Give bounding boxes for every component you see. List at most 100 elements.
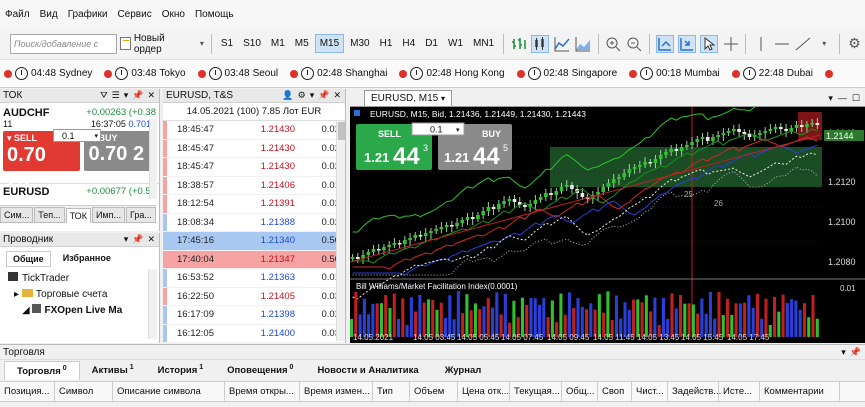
menu-view[interactable]: Вид bbox=[40, 9, 58, 20]
lot-dropdown-icon[interactable]: ▾ bbox=[94, 132, 100, 140]
column-header[interactable]: Цена отк... bbox=[458, 382, 510, 401]
dropdown-icon[interactable]: ▾ bbox=[124, 90, 129, 101]
menu-charts[interactable]: Графики bbox=[68, 9, 108, 20]
column-header[interactable]: Задейств... bbox=[668, 382, 721, 401]
ts-row[interactable]: 18:12:54 1.21391 0.02 bbox=[163, 195, 345, 214]
dropdown-icon[interactable]: ▾ bbox=[310, 90, 315, 101]
column-header[interactable]: Символ bbox=[55, 382, 113, 401]
column-header[interactable]: Своп bbox=[598, 382, 632, 401]
pin-icon[interactable]: 📌 bbox=[850, 347, 861, 358]
area-chart-icon[interactable] bbox=[574, 35, 591, 53]
column-header[interactable]: Время измен... bbox=[300, 382, 373, 401]
close-icon[interactable]: ✕ bbox=[147, 90, 155, 101]
ts-row[interactable]: 18:45:47 1.21430 0.02 bbox=[163, 139, 345, 158]
timeframe-m15[interactable]: M15 bbox=[314, 34, 345, 53]
pin-icon[interactable]: 📌 bbox=[318, 90, 329, 101]
trade-tab[interactable]: Торговля 0 bbox=[4, 360, 80, 381]
market-watch-tab[interactable]: Имп... bbox=[91, 207, 125, 223]
ts-row[interactable]: 18:08:34 1.21388 0.02 bbox=[163, 213, 345, 232]
timeframe-s1[interactable]: S1 bbox=[217, 35, 237, 52]
chart-lot-dropdown-icon[interactable]: ▾ bbox=[456, 127, 460, 134]
settings-icon[interactable]: ⚙ bbox=[298, 90, 306, 101]
timeframe-d1[interactable]: D1 bbox=[421, 35, 442, 52]
timeframe-w1[interactable]: W1 bbox=[444, 35, 467, 52]
new-order-button[interactable]: Новый ордер ▾ bbox=[117, 33, 207, 55]
dropdown-icon[interactable]: ▾ bbox=[828, 93, 833, 104]
column-header[interactable]: Описание символа bbox=[113, 382, 225, 401]
ts-row[interactable]: 16:17:09 1.21398 0.02 bbox=[163, 306, 345, 325]
column-header[interactable]: Комментарии bbox=[760, 382, 840, 401]
ts-row[interactable]: 17:40:04 1.21347 0.50 bbox=[163, 250, 345, 269]
menu-help[interactable]: Помощь bbox=[195, 9, 234, 20]
auto-scroll-icon[interactable] bbox=[655, 34, 674, 53]
ts-row[interactable]: 16:12:05 1.21400 0.03 bbox=[163, 324, 345, 343]
tree-item-trading-accounts[interactable]: ▸ Торговые счета bbox=[8, 287, 159, 303]
dropdown-icon[interactable]: ▾ bbox=[124, 234, 129, 245]
column-header[interactable]: Текущая... bbox=[510, 382, 562, 401]
lot-input[interactable]: 0.1 ▾ bbox=[53, 129, 101, 142]
more-tools-icon[interactable]: ▾ bbox=[816, 35, 833, 53]
bar-chart-icon[interactable] bbox=[510, 35, 527, 53]
scrollbar[interactable] bbox=[148, 269, 157, 339]
trend-line-icon[interactable] bbox=[794, 35, 811, 53]
price-chart[interactable]: 25261.21401.21201.21001.20801.2144EURUSD… bbox=[350, 107, 865, 343]
tab-general[interactable]: Общие bbox=[6, 251, 51, 267]
tab-favorites[interactable]: Избранное bbox=[57, 251, 117, 267]
line-chart-icon[interactable] bbox=[553, 35, 570, 53]
column-header[interactable]: Чист... bbox=[632, 382, 668, 401]
column-header[interactable]: Общ... bbox=[562, 382, 598, 401]
column-header[interactable]: Позиция... bbox=[0, 382, 55, 401]
timeframe-h4[interactable]: H4 bbox=[398, 35, 419, 52]
market-watch-tab[interactable]: ТОК bbox=[65, 208, 91, 223]
zoom-in-icon[interactable] bbox=[605, 35, 622, 53]
market-watch-tab[interactable]: Теп... bbox=[34, 207, 65, 223]
list-icon[interactable]: ☰ bbox=[112, 90, 120, 101]
trade-tab[interactable]: Активы 1 bbox=[80, 361, 146, 379]
trade-tab[interactable]: Журнал bbox=[433, 361, 496, 379]
menu-service[interactable]: Сервис bbox=[117, 9, 151, 20]
close-icon[interactable]: ✕ bbox=[147, 234, 155, 245]
column-header[interactable]: Объем bbox=[410, 382, 458, 401]
scrollbar[interactable] bbox=[149, 119, 157, 199]
crosshair-icon[interactable] bbox=[722, 35, 739, 53]
chart-settings-icon[interactable] bbox=[354, 110, 360, 116]
trade-tab[interactable]: Оповещения 0 bbox=[215, 361, 305, 379]
cursor-icon[interactable] bbox=[699, 34, 718, 53]
dropdown-icon[interactable]: ▾ bbox=[841, 347, 846, 358]
ts-row[interactable]: 16:53:52 1.21363 0.01 bbox=[163, 269, 345, 288]
ts-row[interactable]: 16:22:50 1.21405 0.03 bbox=[163, 287, 345, 306]
market-watch-tab[interactable]: Сим... bbox=[0, 207, 34, 223]
menu-window[interactable]: Окно bbox=[162, 9, 185, 20]
close-icon[interactable]: ✕ bbox=[333, 90, 341, 101]
chart-tab-dropdown-icon[interactable]: ▾ bbox=[441, 94, 445, 103]
ts-row[interactable]: 18:45:47 1.21430 0.02 bbox=[163, 158, 345, 177]
timeframe-m1[interactable]: M1 bbox=[267, 35, 289, 52]
timeframe-s10[interactable]: S10 bbox=[239, 35, 265, 52]
minimize-icon[interactable]: — bbox=[838, 93, 847, 104]
market-watch-tab[interactable]: Гра... bbox=[125, 207, 156, 223]
candlestick-chart-icon[interactable] bbox=[531, 34, 550, 53]
settings-gear-icon[interactable]: ⚙ bbox=[846, 35, 863, 53]
vertical-line-icon[interactable] bbox=[752, 35, 769, 53]
symbol-search-input[interactable]: Поиск/добавление с bbox=[10, 33, 118, 54]
ts-row[interactable]: 18:38:57 1.21406 0.01 bbox=[163, 176, 345, 195]
timeframe-h1[interactable]: H1 bbox=[376, 35, 397, 52]
filter-icon[interactable]: ⛛ bbox=[100, 90, 108, 101]
zoom-out-icon[interactable] bbox=[626, 35, 643, 53]
dropdown-arrow-icon[interactable]: ▾ bbox=[200, 39, 204, 48]
timeframe-m5[interactable]: M5 bbox=[291, 35, 313, 52]
trade-tab[interactable]: История 1 bbox=[146, 361, 216, 379]
tree-item-fxopen-live[interactable]: ◢ FXOpen Live Ma bbox=[8, 303, 159, 319]
chart-tab[interactable]: EURUSD, M15 ▾ bbox=[364, 90, 453, 106]
column-header[interactable]: Время откры... bbox=[225, 382, 300, 401]
symbol-card-audchf[interactable]: AUDCHF +0.00263 (+0.38 11 16:37:05 0.701… bbox=[0, 103, 159, 193]
maximize-icon[interactable]: ☐ bbox=[852, 93, 860, 104]
tree-item-ticktrader[interactable]: TickTrader bbox=[8, 271, 159, 287]
ts-row[interactable]: 17:45:16 1.21340 0.50 bbox=[163, 232, 345, 251]
menu-file[interactable]: Файл bbox=[5, 9, 30, 20]
column-header[interactable]: Исте... bbox=[719, 382, 760, 401]
trade-tab[interactable]: Новости и Аналитика bbox=[305, 361, 432, 379]
column-header[interactable]: Тип bbox=[373, 382, 410, 401]
timeframe-mn1[interactable]: MN1 bbox=[469, 35, 498, 52]
timeframe-m30[interactable]: M30 bbox=[346, 35, 373, 52]
